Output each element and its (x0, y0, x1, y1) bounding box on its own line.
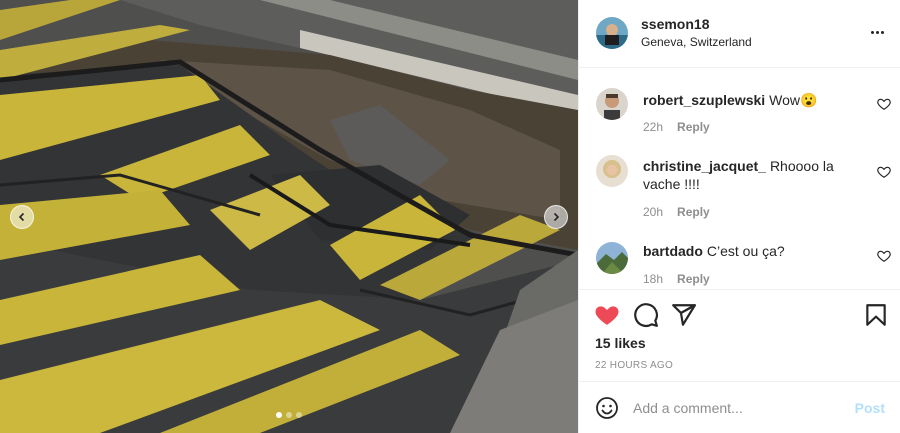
commenter-avatar[interactable] (596, 88, 628, 120)
comment-meta: 18h Reply (643, 272, 710, 286)
more-icon (870, 30, 874, 34)
likes-count[interactable]: 15 likes (595, 335, 646, 351)
commenter-avatar[interactable] (596, 242, 628, 274)
carousel-next-button[interactable] (544, 205, 568, 229)
post-header: ssemon18 Geneva, Switzerland (579, 0, 900, 68)
comment-text: robert_szuplewski Wow😮 (643, 91, 865, 109)
share-icon[interactable] (671, 302, 697, 328)
reply-button[interactable]: Reply (677, 120, 710, 134)
carousel-dot (296, 412, 302, 418)
post-side-panel: ssemon18 Geneva, Switzerland robert_szup… (578, 0, 900, 433)
heart-icon[interactable] (877, 249, 891, 263)
heart-icon[interactable] (877, 97, 891, 111)
avatar (596, 88, 628, 120)
carousel-prev-button[interactable] (10, 205, 34, 229)
reply-button[interactable]: Reply (677, 205, 710, 219)
comment-input[interactable] (633, 396, 843, 420)
heart-icon[interactable] (594, 302, 620, 328)
comment-body: Wow😮 (769, 92, 818, 108)
carousel-dot (286, 412, 292, 418)
post-comment-button[interactable]: Post (855, 400, 885, 416)
avatar (596, 242, 628, 274)
carousel-dots (0, 412, 578, 418)
commenter-avatar[interactable] (596, 155, 628, 187)
reply-button[interactable]: Reply (677, 272, 710, 286)
emoji-icon[interactable] (595, 396, 619, 420)
author-username[interactable]: ssemon18 (641, 16, 709, 32)
avatar (596, 17, 628, 49)
comment-text: christine_jacquet_ Rhoooo la vache !!!! (643, 157, 865, 193)
comment-username[interactable]: robert_szuplewski (643, 92, 765, 108)
comment-time: 20h (643, 205, 664, 219)
heart-icon[interactable] (877, 165, 891, 179)
comment-composer: Post (579, 381, 900, 433)
avatar (596, 155, 628, 187)
comment-meta: 22h Reply (643, 120, 710, 134)
comment-time: 18h (643, 272, 664, 286)
post-timestamp[interactable]: 22 HOURS AGO (595, 360, 673, 371)
comment-time: 22h (643, 120, 664, 134)
comment-username[interactable]: bartdado (643, 243, 703, 259)
more-options-button[interactable] (867, 22, 887, 42)
comment-text: bartdado C’est ou ça? (643, 242, 865, 260)
post-location[interactable]: Geneva, Switzerland (641, 35, 752, 49)
comment-body: C’est ou ça? (706, 243, 785, 259)
post-photo[interactable] (0, 0, 578, 433)
road-collapse-image (0, 0, 578, 433)
instagram-post-dialog: ssemon18 Geneva, Switzerland robert_szup… (0, 0, 900, 433)
author-avatar[interactable] (596, 17, 628, 49)
chevron-right-icon (553, 212, 560, 222)
comment-username[interactable]: christine_jacquet_ (643, 158, 766, 174)
post-actions: 15 likes 22 HOURS AGO (579, 289, 900, 381)
bookmark-icon[interactable] (863, 302, 889, 328)
chevron-left-icon (18, 212, 25, 222)
comment-meta: 20h Reply (643, 205, 710, 219)
carousel-dot (276, 412, 282, 418)
comment-icon[interactable] (633, 302, 659, 328)
